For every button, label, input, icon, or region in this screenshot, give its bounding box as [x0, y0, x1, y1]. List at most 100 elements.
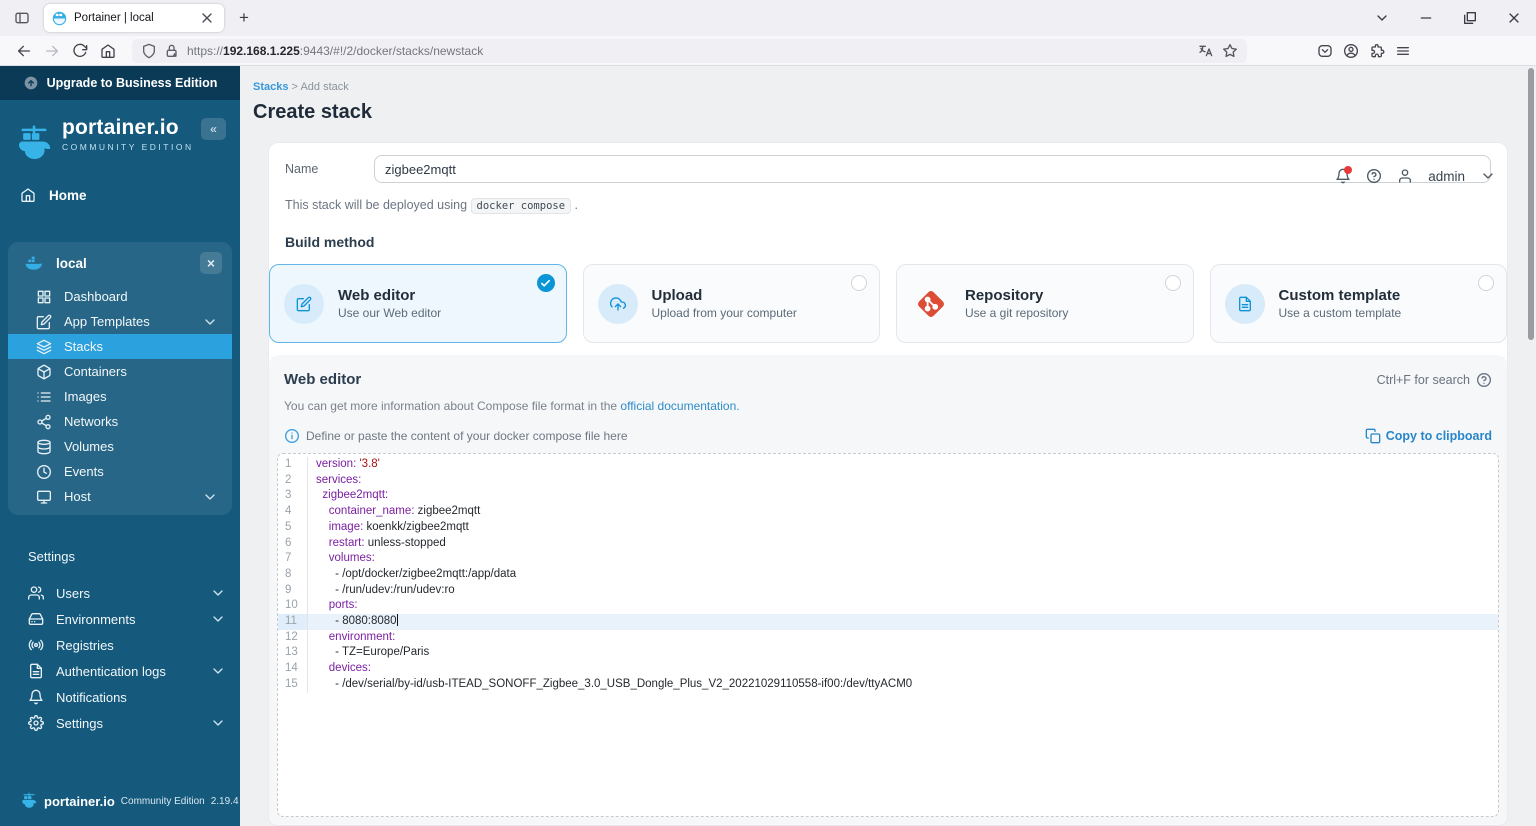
- url-text: https://192.168.1.225:9443/#!/2/docker/s…: [187, 43, 484, 58]
- close-button[interactable]: [1492, 0, 1536, 36]
- containers-icon: [36, 364, 52, 380]
- sidebar-item-notifications[interactable]: Notifications: [0, 684, 240, 710]
- editor-line-10[interactable]: 10 ports:: [278, 598, 1498, 615]
- shield-icon[interactable]: [141, 43, 157, 59]
- notifications-icon: [28, 689, 44, 705]
- sidebar-item-settings[interactable]: Settings: [0, 710, 240, 736]
- portainer-footer-logo-icon: [20, 792, 38, 810]
- editor-line-5[interactable]: 5 image: koenkk/zigbee2mqtt: [278, 519, 1498, 536]
- user-menu-label[interactable]: admin: [1428, 169, 1465, 184]
- card-subtitle: Upload from your computer: [651, 306, 797, 320]
- editor-line-7[interactable]: 7 volumes:: [278, 551, 1498, 567]
- editor-line-14[interactable]: 14 devices:: [278, 661, 1498, 677]
- extensions-icon[interactable]: [1369, 43, 1385, 59]
- sidebar-item-dashboard[interactable]: Dashboard: [8, 284, 232, 309]
- editor-line-13[interactable]: 13 - TZ=Europe/Paris: [278, 645, 1498, 662]
- radio-unselected[interactable]: [1164, 275, 1181, 291]
- environment-header[interactable]: local ×: [8, 242, 232, 284]
- sidebar-collapse-button[interactable]: «: [201, 118, 226, 140]
- editor-line-12[interactable]: 12 environment:: [278, 629, 1498, 646]
- lock-warning-icon[interactable]: [164, 43, 180, 59]
- editor-line-15[interactable]: 15 - /dev/serial/by-id/usb-ITEAD_SONOFF_…: [278, 676, 1498, 693]
- sidebar-item-events[interactable]: Events: [8, 459, 232, 484]
- editor-line-9[interactable]: 9 - /run/udev:/run/udev:ro: [278, 582, 1498, 599]
- chevron-down-icon[interactable]: [1480, 168, 1496, 184]
- sidebar-item-images[interactable]: Images: [8, 384, 232, 409]
- radio-unselected[interactable]: [1478, 275, 1494, 291]
- host-icon: [36, 489, 52, 505]
- list-tabs-chevron-icon[interactable]: [1360, 0, 1404, 36]
- menu-icon[interactable]: [1395, 43, 1411, 59]
- card-subtitle: Use our Web editor: [338, 306, 442, 320]
- search-help-icon[interactable]: [1476, 372, 1492, 388]
- line-number: 3: [278, 488, 308, 505]
- networks-icon: [36, 414, 52, 430]
- portainer-logo-icon: [14, 116, 54, 172]
- home-button[interactable]: [94, 39, 122, 63]
- new-tab-button[interactable]: +: [230, 5, 258, 31]
- card-title: Web editor: [338, 287, 416, 304]
- stacks-icon: [36, 339, 52, 355]
- account-icon[interactable]: [1343, 43, 1359, 59]
- editor-line-8[interactable]: 8 - /opt/docker/zigbee2mqtt:/app/data: [278, 566, 1498, 583]
- forward-button[interactable]: [38, 39, 66, 63]
- url-field[interactable]: https://192.168.1.225:9443/#!/2/docker/s…: [132, 38, 1247, 63]
- sidebar-item-home[interactable]: Home: [0, 180, 240, 210]
- sidebar-logo: portainer.io COMMUNITY EDITION «: [0, 100, 240, 172]
- sidebar-item-label: Notifications: [56, 689, 127, 705]
- pocket-icon[interactable]: [1317, 43, 1333, 59]
- browser-tab[interactable]: Portainer | local: [44, 4, 224, 32]
- back-button[interactable]: [10, 39, 38, 63]
- sidebar-item-users[interactable]: Users: [0, 580, 240, 606]
- editor-note: Define or paste the content of your dock…: [284, 428, 628, 444]
- stack-name-input[interactable]: [374, 155, 1491, 183]
- help-icon[interactable]: [1366, 168, 1382, 184]
- copy-to-clipboard-button[interactable]: Copy to clipboard: [1365, 428, 1492, 444]
- minimize-button[interactable]: [1404, 0, 1448, 36]
- tab-close-icon[interactable]: [198, 9, 216, 27]
- sidebar-item-app-templates[interactable]: App Templates: [8, 309, 232, 334]
- editor-line-1[interactable]: 1 version: '3.8': [278, 457, 1498, 473]
- official-documentation-link[interactable]: official documentation.: [620, 399, 739, 413]
- compose-editor[interactable]: 1 version: '3.8' 2 services: 3 zigbee2mqtt: 4…: [277, 453, 1499, 817]
- environment-close-icon[interactable]: ×: [200, 252, 222, 274]
- editor-line-4[interactable]: 4 container_name: zigbee2mqtt: [278, 504, 1498, 520]
- sidebar-item-networks[interactable]: Networks: [8, 409, 232, 434]
- sidebar-item-stacks[interactable]: Stacks: [8, 334, 232, 359]
- editor-line-6[interactable]: 6 restart: unless-stopped: [278, 535, 1498, 552]
- sidebar-item-label: Networks: [64, 414, 119, 429]
- radio-unselected[interactable]: [851, 275, 867, 291]
- scrollbar-thumb[interactable]: [1528, 68, 1534, 340]
- firefox-view-icon[interactable]: [8, 5, 36, 31]
- sidebar-item-authentication-logs[interactable]: Authentication logs: [0, 658, 240, 684]
- main-content: Stacks > Add stack Create stack admin Na…: [240, 66, 1536, 826]
- reload-button[interactable]: [66, 39, 94, 63]
- sidebar-item-containers[interactable]: Containers: [8, 359, 232, 384]
- sidebar-item-volumes[interactable]: Volumes: [8, 434, 232, 459]
- restore-button[interactable]: [1448, 0, 1492, 36]
- sidebar-item-registries[interactable]: Registries: [0, 632, 240, 658]
- logo-subtitle: COMMUNITY EDITION: [62, 142, 194, 152]
- line-number: 12: [278, 629, 308, 646]
- line-number: 10: [278, 598, 308, 615]
- environments-icon: [28, 611, 44, 627]
- editor-line-2[interactable]: 2 services:: [278, 472, 1498, 489]
- build-method-web-editor[interactable]: Web editor Use our Web editor: [269, 264, 567, 343]
- breadcrumb-stacks-link[interactable]: Stacks: [253, 81, 288, 93]
- notifications-bell-icon[interactable]: [1335, 166, 1353, 184]
- page-scrollbar[interactable]: [1527, 66, 1535, 826]
- build-method-repository[interactable]: Repository Use a git repository: [896, 264, 1194, 343]
- build-method-custom-template[interactable]: Custom template Use a custom template: [1209, 264, 1507, 343]
- translate-icon[interactable]: [1198, 43, 1214, 59]
- bookmark-star-icon[interactable]: [1222, 43, 1238, 59]
- editor-line-11[interactable]: 11 - 8080:8080: [278, 614, 1498, 630]
- text-cursor: [396, 614, 398, 627]
- sidebar-item-environments[interactable]: Environments: [0, 606, 240, 632]
- upgrade-banner[interactable]: Upgrade to Business Edition: [0, 66, 240, 100]
- environment-section: local × Dashboard App Templates Stacks Cont…: [8, 242, 232, 515]
- create-stack-panel: Name This stack will be deployed using d…: [268, 142, 1508, 826]
- user-icon[interactable]: [1397, 168, 1413, 184]
- editor-line-3[interactable]: 3 zigbee2mqtt:: [278, 488, 1498, 505]
- build-method-upload[interactable]: Upload Upload from your computer: [582, 264, 880, 343]
- sidebar-item-host[interactable]: Host: [8, 484, 232, 509]
